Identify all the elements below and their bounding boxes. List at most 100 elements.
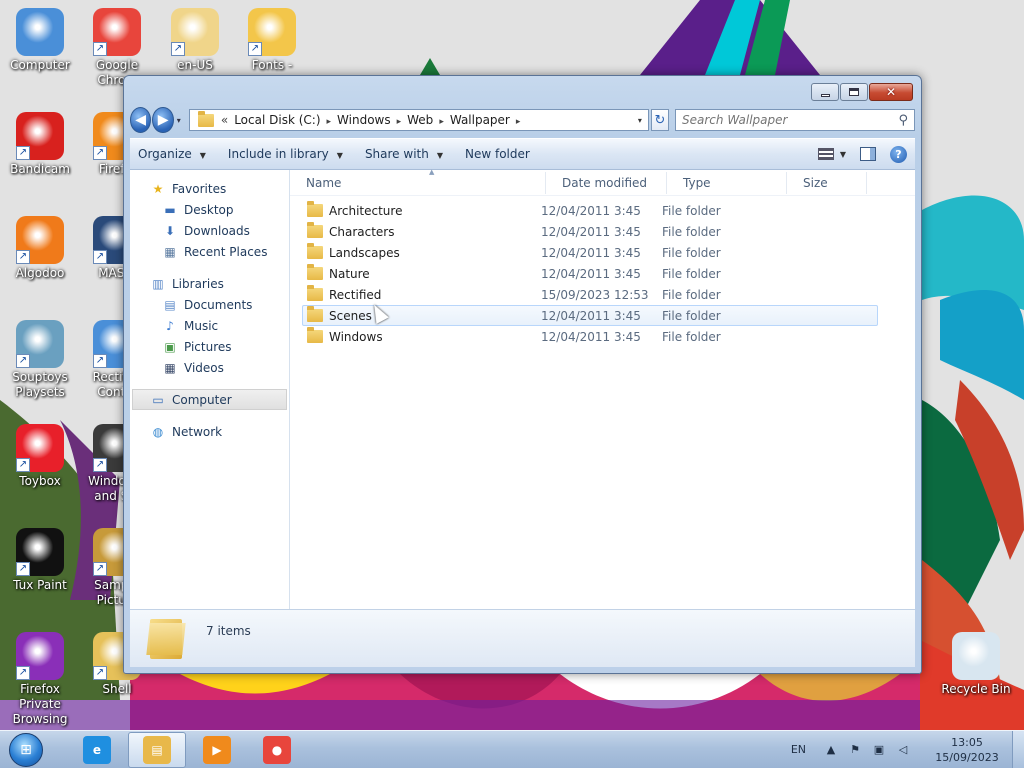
- nav-item-recent-places[interactable]: ▦ Recent Places: [130, 241, 289, 262]
- view-options-dropdown[interactable]: ▼: [840, 150, 846, 159]
- details-pane: 7 items: [130, 609, 915, 667]
- file-row[interactable]: Landscapes 12/04/2011 3:45 File folder: [302, 242, 878, 263]
- nav-item-music[interactable]: ♪ Music: [130, 315, 289, 336]
- nav-item-documents[interactable]: ▤ Documents: [130, 294, 289, 315]
- videos-icon: ▦: [164, 360, 176, 375]
- breadcrumb-separator-icon[interactable]: ▸: [327, 117, 332, 127]
- desktop-icon-3[interactable]: ↗ en-US: [155, 8, 235, 73]
- desktop-icon-17[interactable]: Recycle Bin: [936, 632, 1016, 697]
- breadcrumb-separator-icon[interactable]: ▸: [397, 117, 402, 127]
- nav-item-favorites[interactable]: ★ Favorites: [130, 178, 289, 199]
- desktop-icon-9[interactable]: ↗ Souptoys Playsets: [0, 320, 80, 400]
- taskbar-windows-explorer[interactable]: ▤: [128, 731, 186, 768]
- address-bar[interactable]: « Local Disk (C:) ▸ Windows ▸ Web ▸ Wallpaper ▸…: [188, 109, 649, 131]
- file-type: File folder: [662, 308, 721, 323]
- show-hidden-icon[interactable]: ▲: [822, 742, 840, 758]
- nav-item-computer[interactable]: ▭ Computer: [132, 389, 287, 410]
- dropdown-arrow-icon: ▼: [336, 151, 343, 160]
- column-header-name[interactable]: Name: [290, 171, 546, 194]
- star-icon: ★: [152, 181, 164, 196]
- shortcut-arrow-icon: ↗: [16, 562, 30, 576]
- desktop-icon-11[interactable]: ↗ Toybox: [0, 424, 80, 489]
- search-icon[interactable]: ⚲: [898, 113, 908, 128]
- column-header-size[interactable]: Size: [787, 171, 867, 194]
- desktop-icon-4[interactable]: ↗ Fonts -: [232, 8, 312, 73]
- file-date: 15/09/2023 12:53: [541, 287, 649, 302]
- start-button[interactable]: ⊞: [6, 731, 46, 768]
- desktop-icon-15[interactable]: ↗ Firefox Private Browsing: [0, 632, 80, 727]
- refresh-button[interactable]: ↻: [650, 109, 670, 131]
- desktop-icon-1[interactable]: Computer: [0, 8, 80, 73]
- file-name-cell: Architecture: [303, 201, 541, 218]
- back-button[interactable]: ◀: [130, 107, 152, 133]
- nav-item-desktop[interactable]: ▬ Desktop: [130, 199, 289, 220]
- forward-button[interactable]: ▶: [152, 107, 174, 133]
- search-box[interactable]: ⚲: [675, 109, 916, 131]
- nav-label: Desktop: [184, 202, 234, 217]
- clock[interactable]: 13:05 15/09/2023: [932, 735, 1002, 765]
- breadcrumb-separator-icon[interactable]: ▸: [516, 117, 521, 127]
- nav-item-libraries[interactable]: ▥ Libraries: [130, 273, 289, 294]
- file-list-pane: ▲ Name Date modified Type Size Architecture…: [290, 168, 915, 609]
- nav-item-network[interactable]: ◍ Network: [130, 421, 289, 442]
- nav-group-libraries: ▥ Libraries ▤ Documents ♪ Music ▣ Pictures ▦ Vide…: [130, 273, 289, 378]
- folder-icon: [307, 327, 323, 343]
- taskbar-internet-explorer[interactable]: e: [68, 732, 126, 768]
- close-button[interactable]: ✕: [869, 83, 913, 101]
- help-icon[interactable]: ?: [890, 145, 907, 163]
- taskbar-google-chrome[interactable]: ●: [248, 732, 306, 768]
- preview-pane-icon[interactable]: [860, 147, 876, 161]
- nav-item-pictures[interactable]: ▣ Pictures: [130, 336, 289, 357]
- taskbar-media-player[interactable]: ▶: [188, 732, 246, 768]
- file-date: 12/04/2011 3:45: [541, 245, 641, 260]
- explorer-window[interactable]: ✕ ◀ ▶ ▾ « Local Disk (C:) ▸ Windows ▸ Web ▸ Wa…: [123, 75, 922, 674]
- command-share-with[interactable]: Share with ▼: [365, 147, 443, 161]
- action-center-icon[interactable]: ⚑: [846, 742, 864, 758]
- search-input[interactable]: [682, 113, 899, 127]
- desktop-icon-label: Tux Paint: [13, 578, 67, 592]
- computer-icon: ▭: [152, 392, 164, 407]
- nav-item-downloads[interactable]: ⬇ Downloads: [130, 220, 289, 241]
- breadcrumb-item[interactable]: Web: [407, 113, 433, 127]
- command-organize[interactable]: Organize ▼: [138, 147, 206, 161]
- file-row[interactable]: Nature 12/04/2011 3:45 File folder: [302, 263, 878, 284]
- breadcrumb-item[interactable]: Windows: [337, 113, 391, 127]
- column-header-type[interactable]: Type: [667, 171, 787, 194]
- back-arrow-icon: ◀: [135, 112, 147, 128]
- network-tray-icon[interactable]: ▣: [870, 742, 888, 758]
- column-header-date-modified[interactable]: Date modified: [546, 171, 667, 194]
- file-row[interactable]: Scenes 12/04/2011 3:45 File folder: [302, 305, 878, 326]
- maximize-button[interactable]: [840, 83, 868, 101]
- show-desktop-button[interactable]: [1012, 730, 1024, 768]
- change-view-icon[interactable]: [817, 148, 834, 160]
- breadcrumb-item[interactable]: Wallpaper: [450, 113, 510, 127]
- breadcrumb-overflow[interactable]: «: [221, 113, 228, 127]
- command-new-folder[interactable]: New folder: [465, 147, 530, 161]
- nav-item-videos[interactable]: ▦ Videos: [130, 357, 289, 378]
- maximize-icon: [849, 88, 859, 96]
- file-row[interactable]: Windows 12/04/2011 3:45 File folder: [302, 326, 878, 347]
- desktop-icon-13[interactable]: ↗ Tux Paint: [0, 528, 80, 593]
- language-indicator[interactable]: EN: [791, 743, 806, 756]
- column-headers: ▲ Name Date modified Type Size: [290, 168, 915, 196]
- firefox-private-icon: ↗: [16, 632, 64, 680]
- forward-arrow-icon: ▶: [157, 112, 169, 128]
- desktop-icon-5[interactable]: ↗ Bandicam: [0, 112, 80, 177]
- desktop-icon-7[interactable]: ↗ Algodoo: [0, 216, 80, 281]
- file-date: 12/04/2011 3:45: [541, 203, 641, 218]
- recent-pages-dropdown[interactable]: ▾: [177, 116, 185, 125]
- desktop-icon-label: Fonts -: [251, 58, 293, 72]
- nav-group-computer: ▭ Computer: [130, 389, 289, 410]
- minimize-button[interactable]: [811, 83, 839, 101]
- address-dropdown[interactable]: ▾: [632, 116, 648, 125]
- file-row[interactable]: Characters 12/04/2011 3:45 File folder: [302, 221, 878, 242]
- dropdown-arrow-icon: ▼: [199, 151, 206, 160]
- nav-group-favorites: ★ Favorites ▬ Desktop ⬇ Downloads ▦ Recent Plac…: [130, 178, 289, 262]
- file-row[interactable]: Rectified 15/09/2023 12:53 File folder: [302, 284, 878, 305]
- breadcrumb-separator-icon[interactable]: ▸: [439, 117, 444, 127]
- file-row[interactable]: Architecture 12/04/2011 3:45 File folder: [302, 200, 878, 221]
- command-include-in-library[interactable]: Include in library ▼: [228, 147, 343, 161]
- breadcrumb-item[interactable]: Local Disk (C:): [234, 113, 320, 127]
- content-area: ★ Favorites ▬ Desktop ⬇ Downloads ▦ Recent Plac…: [130, 168, 915, 609]
- volume-muted-icon[interactable]: ◁: [894, 742, 912, 758]
